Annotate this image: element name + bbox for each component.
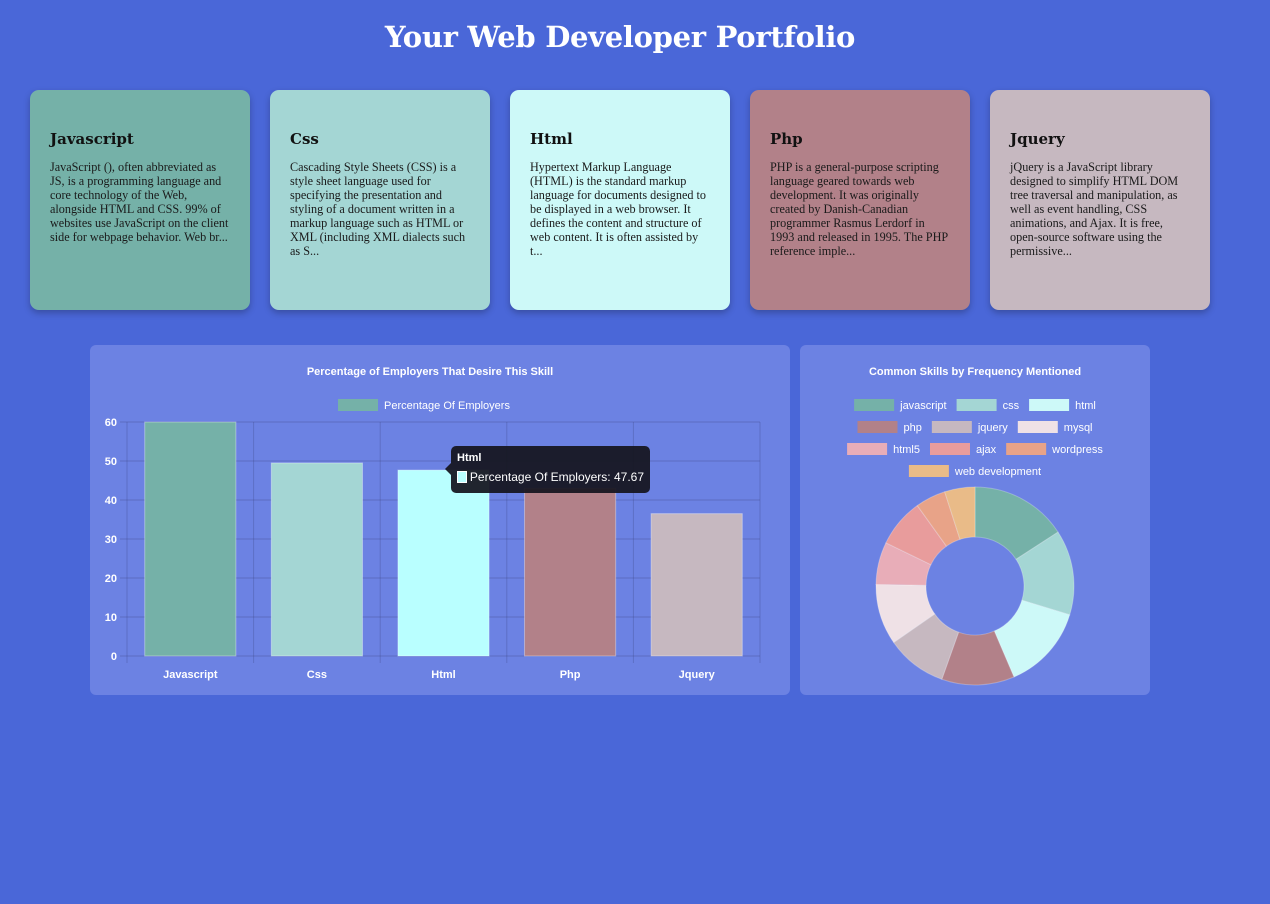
y-tick-label: 40 [105, 495, 117, 507]
skill-card-javascript[interactable]: Javascript JavaScript (), often abbrevia… [30, 90, 250, 310]
chart-title: Common Skills by Frequency Mentioned [869, 366, 1081, 378]
skill-card-html[interactable]: Html Hypertext Markup Language (HTML) is… [510, 90, 730, 310]
legend-label: Percentage Of Employers [384, 400, 510, 412]
card-description: PHP is a general-purpose scripting langu… [770, 160, 948, 258]
card-description: jQuery is a JavaScript library designed … [1010, 160, 1179, 258]
bar [524, 487, 617, 657]
legend-label: javascript [899, 400, 946, 412]
y-tick-label: 30 [105, 534, 117, 546]
tooltip-label: Percentage Of Employers: 47.67 [469, 470, 644, 484]
legend-label: ajax [976, 444, 997, 456]
chart-title: Percentage of Employers That Desire This… [307, 366, 553, 378]
legend-swatch [929, 443, 970, 455]
legend-swatch [854, 399, 895, 411]
x-tick-label: Html [431, 669, 455, 681]
legend-swatch [956, 399, 997, 411]
card-title: Jquery [1010, 130, 1065, 148]
y-tick-label: 10 [105, 612, 117, 624]
tooltip-row: Percentage Of Employers: 47.67 [457, 470, 644, 484]
legend-swatch [847, 443, 888, 455]
card-title: Php [770, 130, 803, 148]
legend-label: html5 [893, 444, 920, 456]
legend-label: jquery [977, 422, 1008, 434]
y-tick-label: 20 [105, 573, 117, 585]
bar [650, 513, 743, 657]
legend-swatch [1017, 421, 1058, 433]
skill-card-jquery[interactable]: Jquery jQuery is a JavaScript library de… [990, 90, 1210, 310]
legend-label: php [903, 422, 921, 434]
card-description: Hypertext Markup Language (HTML) is the … [530, 160, 706, 258]
card-title: Javascript [50, 130, 134, 148]
tooltip-caret [445, 463, 451, 475]
legend-swatch [908, 465, 949, 477]
legend-label: css [1003, 400, 1020, 412]
bar-chart[interactable]: Percentage of Employers That Desire This… [90, 345, 790, 695]
legend-label: html [1075, 400, 1096, 412]
tooltip-swatch [457, 471, 467, 483]
bar-chart-panel: Percentage of Employers That Desire This… [90, 345, 790, 695]
donut-chart[interactable]: Common Skills by Frequency Mentioned java… [800, 345, 1150, 695]
legend-swatch [857, 421, 898, 433]
x-tick-label: Javascript [163, 669, 218, 681]
y-tick-label: 0 [111, 651, 117, 663]
card-description: Cascading Style Sheets (CSS) is a style … [290, 160, 466, 258]
legend-swatch [338, 399, 378, 411]
legend-label: wordpress [1051, 444, 1103, 456]
chart-tooltip: Html Percentage Of Employers: 47.67 [445, 446, 650, 493]
card-description: JavaScript (), often abbreviated as JS, … [50, 160, 229, 244]
legend-swatch [1029, 399, 1070, 411]
x-tick-label: Php [560, 669, 581, 681]
card-title: Css [290, 130, 319, 148]
y-tick-label: 60 [105, 417, 117, 429]
skill-card-css[interactable]: Css Cascading Style Sheets (CSS) is a st… [270, 90, 490, 310]
x-tick-label: Css [307, 669, 327, 681]
skill-card-php[interactable]: Php PHP is a general-purpose scripting l… [750, 90, 970, 310]
legend-label: mysql [1064, 422, 1093, 434]
bar [397, 469, 490, 657]
x-tick-label: Jquery [679, 669, 716, 681]
legend-swatch [1006, 443, 1047, 455]
legend-swatch [931, 421, 972, 433]
y-tick-label: 50 [105, 456, 117, 468]
bar [144, 421, 237, 657]
card-title: Html [530, 130, 573, 148]
donut-chart-panel: Common Skills by Frequency Mentioned java… [800, 345, 1150, 695]
bar [270, 462, 363, 657]
legend-label: web development [954, 466, 1041, 478]
page-title: Your Web Developer Portfolio [384, 20, 856, 54]
tooltip-title: Html [457, 452, 482, 464]
